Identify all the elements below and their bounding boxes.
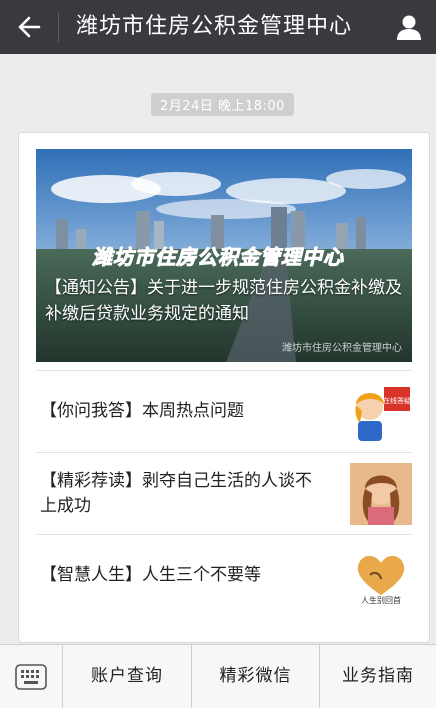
menu-business-guide[interactable]: 业务指南 <box>320 645 436 708</box>
person-icon <box>397 15 421 40</box>
list-item[interactable]: 【精彩荐读】剥夺自己生活的人谈不上成功 <box>36 452 412 535</box>
bottom-menu: 账户查询 精彩微信 业务指南 <box>0 644 436 708</box>
top-bar-divider <box>58 12 59 42</box>
girl-portrait-thumbnail <box>350 463 412 525</box>
cover-banner: 潍坊市住房公积金管理中心 <box>92 245 344 270</box>
cover-article[interactable]: 潍坊市住房公积金管理中心 【通知公告】关于进一步规范住房公积金补缴及补缴后贷款业… <box>36 149 412 362</box>
qa-cartoon-thumbnail: 在线答疑 <box>350 381 412 443</box>
heart-thumbnail: 人生别回首 <box>350 545 412 607</box>
top-bar: 潍坊市住房公积金管理中心 <box>0 0 436 54</box>
list-item-title: 【你问我答】本周热点问题 <box>40 401 244 421</box>
list-item[interactable]: 【智慧人生】人生三个不要等 人生别回首 <box>36 534 412 617</box>
menu-account-query[interactable]: 账户查询 <box>63 645 192 708</box>
list-item-title: 【精彩荐读】剥夺自己生活的人谈不上成功 <box>40 471 312 516</box>
page-title: 潍坊市住房公积金管理中心 <box>76 14 353 39</box>
cover-watermark: 潍坊市住房公积金管理中心 <box>282 343 402 354</box>
arrow-left-icon <box>18 16 41 38</box>
profile-button[interactable] <box>382 0 436 54</box>
article-card[interactable]: 潍坊市住房公积金管理中心 【通知公告】关于进一步规范住房公积金补缴及补缴后贷款业… <box>18 132 430 643</box>
svg-text:在线答疑: 在线答疑 <box>383 396 411 405</box>
list-item-title: 【智慧人生】人生三个不要等 <box>40 565 261 585</box>
menu-featured-wechat[interactable]: 精彩微信 <box>192 645 320 708</box>
cover-title: 【通知公告】关于进一步规范住房公积金补缴及补缴后贷款业务规定的通知 <box>45 278 402 324</box>
keyboard-icon <box>15 663 47 690</box>
timestamp-badge: 2月24日 晚上18:00 <box>151 93 294 116</box>
svg-text:人生别回首: 人生别回首 <box>361 595 401 605</box>
keyboard-toggle[interactable] <box>0 645 63 708</box>
list-item[interactable]: 【你问我答】本周热点问题 在线答疑 <box>36 370 412 453</box>
back-button[interactable] <box>0 0 58 54</box>
